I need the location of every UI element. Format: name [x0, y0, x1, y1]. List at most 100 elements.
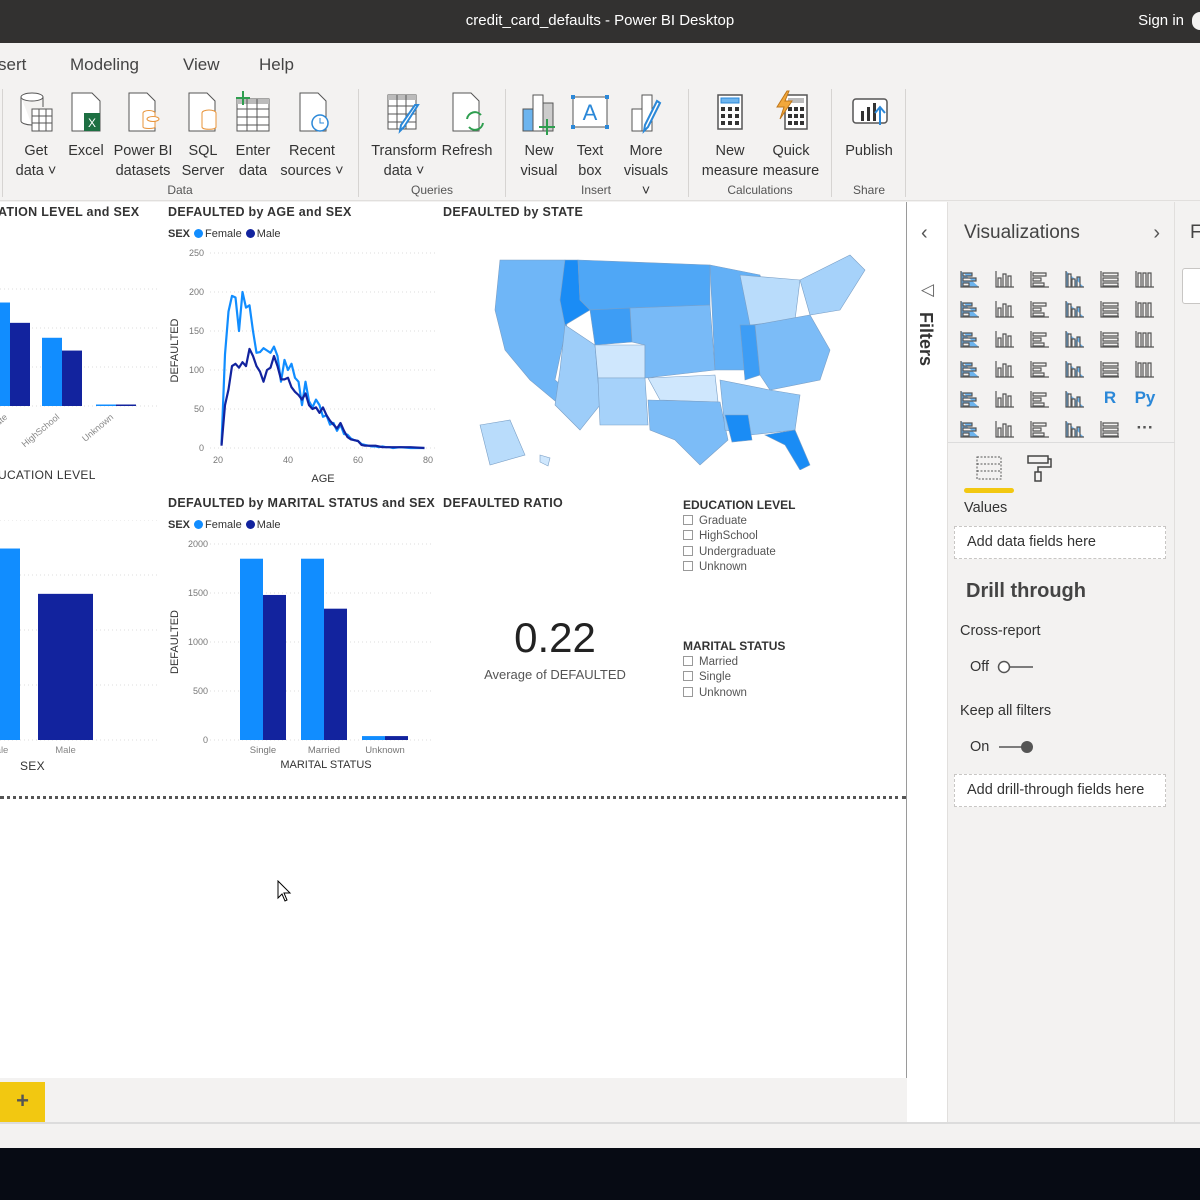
transform-data-button[interactable]: Transform data ˅	[368, 89, 440, 181]
slicer-icon[interactable]	[993, 388, 1017, 410]
expand-filters-chevron-icon[interactable]: ‹	[921, 222, 928, 245]
stacked-bar-icon[interactable]	[958, 268, 982, 290]
tab-insert[interactable]: sert	[0, 55, 26, 75]
drill-through-dropzone[interactable]: Add drill-through fields here	[954, 774, 1166, 807]
marital-bar-chart[interactable]: 0 500 1000 1500 2000 Single Married Unknown MARI…	[163, 534, 438, 774]
100-stacked-bar-icon[interactable]	[1098, 268, 1122, 290]
excel-button[interactable]: X Excel	[66, 89, 106, 161]
format-paint-roller-icon[interactable]	[1024, 454, 1054, 482]
slicer-item-single[interactable]: Single	[683, 671, 731, 683]
keep-all-filters-toggle[interactable]	[997, 740, 1035, 754]
checkbox[interactable]	[683, 515, 693, 525]
slicer-item-unknown[interactable]: Unknown	[683, 561, 747, 573]
legend-female[interactable]: Female	[205, 228, 242, 240]
checkbox[interactable]	[683, 546, 693, 556]
shape-map-icon[interactable]	[1028, 358, 1052, 380]
values-dropzone[interactable]: Add data fields here	[954, 526, 1166, 559]
new-measure-button[interactable]: New measure	[700, 89, 760, 181]
enter-data-button[interactable]: Enter data	[232, 89, 274, 181]
tab-help[interactable]: Help	[259, 55, 294, 75]
slicer-item-highschool[interactable]: HighSchool	[683, 530, 758, 542]
table-icon[interactable]	[1028, 388, 1052, 410]
page-boundary	[0, 796, 906, 799]
funnel-icon[interactable]	[993, 328, 1017, 350]
bar-female	[0, 302, 10, 406]
stacked-column-icon[interactable]	[993, 268, 1017, 290]
tab-modeling[interactable]: Modeling	[70, 55, 139, 75]
os-taskbar	[0, 1148, 1200, 1200]
transform-data-label-2: data ˅	[383, 163, 425, 179]
scatter-icon[interactable]	[1028, 328, 1052, 350]
clustered-column-icon[interactable]	[1063, 268, 1087, 290]
age-line-chart[interactable]: 0 50 100 150 200 250 20 40 60 80 AGE DEFAULTED	[163, 243, 438, 483]
matrix-icon[interactable]	[1063, 388, 1087, 410]
edu-level-bar-chart[interactable]: …ate HighSchool Unknown	[0, 222, 160, 487]
checkbox[interactable]	[683, 530, 693, 540]
slicer-item-label: Unknown	[699, 561, 747, 573]
more-icon[interactable]: ···	[1133, 418, 1157, 440]
qa-icon[interactable]	[1028, 418, 1052, 440]
slicer-item-unknown[interactable]: Unknown	[683, 687, 747, 699]
line-chart-icon[interactable]	[958, 298, 982, 320]
sign-in-button[interactable]: Sign in	[1138, 12, 1184, 29]
clustered-bar-icon[interactable]	[1028, 268, 1052, 290]
text-box-button[interactable]: A Text box	[568, 89, 612, 181]
filled-map-icon[interactable]	[993, 358, 1017, 380]
recent-sources-button[interactable]: Recent sources ˅	[278, 89, 346, 181]
quick-measure-button[interactable]: Quick measure	[760, 89, 822, 181]
state-filled-map[interactable]	[470, 230, 870, 470]
publish-button[interactable]: Publish	[842, 89, 896, 161]
refresh-button[interactable]: Refresh	[440, 89, 494, 161]
add-page-button[interactable]: +	[0, 1082, 45, 1122]
checkbox[interactable]	[683, 656, 693, 666]
100-stacked-column-icon[interactable]	[1133, 268, 1157, 290]
slicer-item-undergraduate[interactable]: Undergraduate	[683, 546, 776, 558]
quick-measure-icon	[776, 90, 808, 130]
filters-label[interactable]: Filters	[915, 312, 936, 366]
power-bi-datasets-button[interactable]: Power BI datasets	[112, 89, 174, 181]
line-clustered-column-icon[interactable]	[1063, 298, 1087, 320]
gauge-icon[interactable]	[1063, 358, 1087, 380]
avatar[interactable]	[1192, 12, 1200, 30]
legend-female[interactable]: Female	[205, 519, 242, 531]
svg-text:X: X	[88, 116, 96, 130]
checkbox[interactable]	[683, 671, 693, 681]
legend-male[interactable]: Male	[257, 228, 281, 240]
multi-row-card-icon[interactable]	[1133, 358, 1157, 380]
x-tick-label: 60	[353, 455, 363, 465]
smart-narrative-icon[interactable]	[1063, 418, 1087, 440]
r-visual-icon[interactable]: R	[1098, 388, 1122, 410]
decomposition-tree-icon[interactable]	[993, 418, 1017, 440]
area-chart-icon[interactable]	[993, 298, 1017, 320]
tab-view[interactable]: View	[183, 55, 220, 75]
filters-pane-collapsed[interactable]: ‹ ◁ Filters	[907, 202, 948, 1122]
card-icon[interactable]	[1098, 358, 1122, 380]
waterfall-icon[interactable]	[958, 328, 982, 350]
slicer-item-married[interactable]: Married	[683, 656, 738, 668]
cross-report-toggle[interactable]	[997, 660, 1035, 674]
sql-server-button[interactable]: SQL Server	[180, 89, 226, 181]
sex-bar-chart[interactable]: Female Male	[0, 520, 160, 760]
fields-wells-tab-icon[interactable]	[974, 454, 1004, 482]
donut-icon[interactable]	[1098, 328, 1122, 350]
checkbox[interactable]	[683, 687, 693, 697]
pie-icon[interactable]	[1063, 328, 1087, 350]
get-data-button[interactable]: Get data ˅	[12, 89, 60, 181]
cross-report-label: Cross-report	[960, 623, 1041, 639]
python-visual-icon[interactable]: Py	[1133, 388, 1157, 410]
new-measure-label-1: New	[715, 143, 745, 159]
map-icon[interactable]	[958, 358, 982, 380]
legend-male[interactable]: Male	[257, 519, 281, 531]
new-visual-button[interactable]: New visual	[518, 89, 560, 181]
line-stacked-column-icon[interactable]	[1098, 298, 1122, 320]
treemap-icon[interactable]	[1133, 328, 1157, 350]
key-influencers-icon[interactable]	[958, 418, 982, 440]
kpi-icon[interactable]	[958, 388, 982, 410]
slicer-item-graduate[interactable]: Graduate	[683, 515, 747, 527]
checkbox[interactable]	[683, 561, 693, 571]
fields-search-input[interactable]	[1182, 268, 1200, 304]
paginated-report-icon[interactable]	[1098, 418, 1122, 440]
collapse-visualizations-chevron-icon[interactable]: ›	[1153, 222, 1160, 245]
ribbon-chart-icon[interactable]	[1133, 298, 1157, 320]
stacked-area-icon[interactable]	[1028, 298, 1052, 320]
